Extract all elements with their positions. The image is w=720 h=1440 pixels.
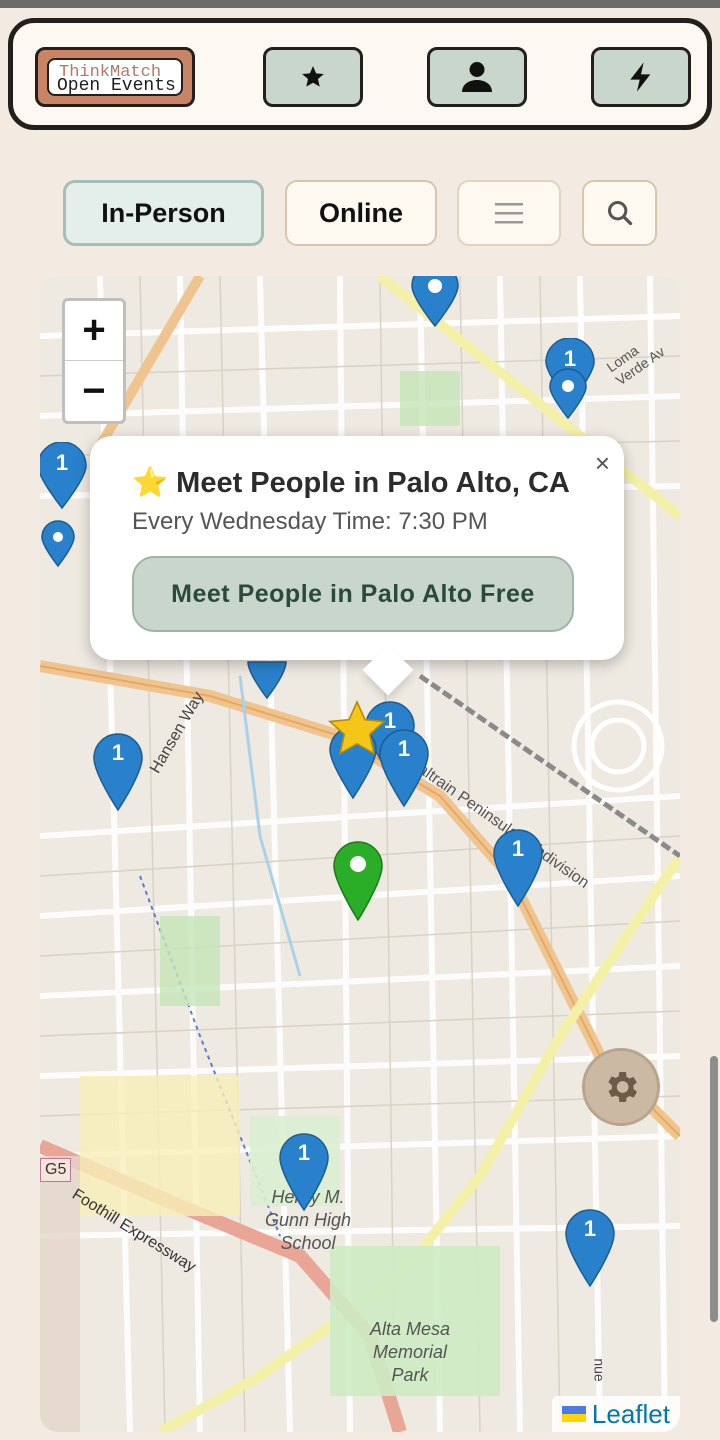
zoom-out-button[interactable]: −: [65, 361, 123, 421]
popup-schedule: Every Wednesday Time: 7:30 PM: [132, 508, 488, 535]
cluster-count: 1: [111, 740, 125, 765]
status-bar-strip: [0, 0, 720, 8]
in-person-tab[interactable]: In-Person: [63, 180, 264, 246]
star-icon: [328, 699, 386, 756]
map-attribution[interactable]: Leaflet: [551, 1396, 680, 1432]
map-marker[interactable]: [246, 656, 288, 705]
favorites-button[interactable]: [263, 47, 363, 107]
lightning-icon: [630, 62, 651, 92]
menu-button[interactable]: [457, 180, 561, 246]
quick-match-button[interactable]: [591, 47, 691, 107]
cluster-count: 1: [583, 1216, 597, 1241]
street-label-nue: nue: [591, 1358, 608, 1382]
zoom-in-button[interactable]: +: [65, 301, 123, 361]
top-navigation: ThinkMatch Open Events: [8, 18, 712, 130]
star-icon: [302, 66, 324, 87]
map-marker[interactable]: [548, 368, 588, 425]
cluster-marker[interactable]: 1: [40, 441, 88, 515]
popup-title-text: Meet People in Palo Alto, CA: [176, 467, 570, 499]
cluster-count: 1: [55, 450, 69, 475]
search-icon: [607, 200, 632, 226]
profile-button[interactable]: [427, 47, 527, 107]
event-link-button[interactable]: Meet People in Palo Alto Free: [132, 556, 574, 632]
page-scrollbar[interactable]: [710, 1056, 718, 1322]
cluster-marker[interactable]: 1: [92, 732, 144, 817]
map-pin-icon: [247, 661, 287, 700]
cluster-marker[interactable]: 1: [492, 828, 544, 913]
hamburger-icon: [495, 203, 523, 224]
logo-line2: Open Events: [57, 76, 176, 96]
popup-title: ⭐ Meet People in Palo Alto, CA: [132, 466, 570, 500]
leaflet-link[interactable]: Leaflet: [592, 1399, 670, 1430]
location-pin-icon: [333, 841, 383, 922]
map-pin-icon: [411, 276, 459, 328]
gear-icon: [608, 1072, 637, 1102]
zoom-control: + −: [62, 298, 126, 424]
cluster-count: 1: [297, 1140, 311, 1165]
current-location-marker[interactable]: [332, 840, 384, 927]
cluster-marker[interactable]: 1: [278, 1132, 330, 1217]
event-popup: × ⭐ Meet People in Palo Alto, CA Every W…: [90, 436, 624, 696]
cluster-marker[interactable]: 1: [564, 1208, 616, 1293]
popup-close-button[interactable]: ×: [595, 448, 610, 479]
map-pin-icon: [41, 520, 75, 568]
person-icon: [462, 62, 492, 92]
logo-button[interactable]: ThinkMatch Open Events: [35, 47, 195, 107]
star-icon: ⭐: [132, 467, 169, 499]
route-badge-g5: G5: [40, 1158, 72, 1182]
map-pin-icon: [549, 368, 587, 420]
map[interactable]: Loma Verde Av Hansen Way Caltrain Penins…: [40, 276, 680, 1432]
map-marker[interactable]: [410, 276, 460, 333]
online-tab[interactable]: Online: [285, 180, 437, 246]
featured-event-marker[interactable]: [326, 698, 388, 765]
map-marker[interactable]: [40, 520, 76, 573]
cluster-count: 1: [511, 836, 525, 861]
flag-icon: [561, 1406, 586, 1422]
filter-bar: In-Person Online: [0, 180, 720, 246]
settings-button[interactable]: [582, 1048, 660, 1126]
search-button[interactable]: [582, 180, 657, 246]
logo: ThinkMatch Open Events: [47, 58, 183, 96]
poi-label-altamesa: Alta Mesa Memorial Park: [369, 1319, 451, 1385]
